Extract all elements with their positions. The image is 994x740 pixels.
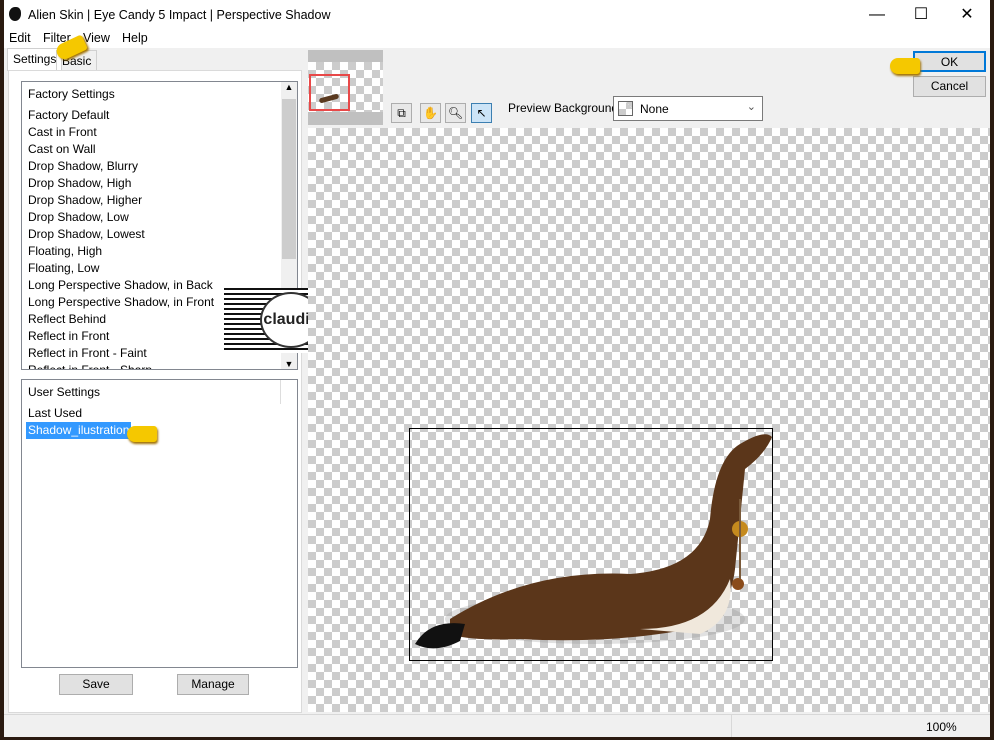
user-settings-list[interactable]: User Settings Last Used Shadow_ilustrati…: [21, 379, 298, 668]
ferret-image: [415, 434, 772, 649]
eye-candy-window: Alien Skin | Eye Candy 5 Impact | Perspe…: [4, 0, 990, 737]
zoom-tool-icon[interactable]: 🔍︎: [445, 103, 466, 123]
list-item[interactable]: Drop Shadow, High: [28, 175, 131, 192]
list-item[interactable]: Factory Default: [28, 107, 109, 124]
scroll-thumb[interactable]: [282, 99, 296, 259]
list-item[interactable]: Drop Shadow, Blurry: [28, 158, 138, 175]
list-item[interactable]: Reflect Behind: [28, 311, 106, 328]
menu-help[interactable]: Help: [122, 31, 148, 45]
preview-background-label: Preview Background:: [508, 101, 622, 115]
tab-settings[interactable]: Settings: [7, 48, 63, 71]
close-button[interactable]: ✕: [952, 4, 982, 26]
menu-edit[interactable]: Edit: [9, 31, 31, 45]
list-header: User Settings: [28, 385, 101, 399]
list-item[interactable]: Long Perspective Shadow, in Back: [28, 277, 213, 294]
pointing-hand-icon: [127, 426, 157, 442]
swatch-icon: [618, 101, 633, 116]
list-item[interactable]: Cast in Front: [28, 124, 97, 141]
list-item[interactable]: Reflect in Front - Faint: [28, 345, 147, 362]
app-icon: [9, 7, 21, 21]
zoom-level: 100%: [926, 720, 957, 734]
list-item[interactable]: Cast on Wall: [28, 141, 96, 158]
title-bar: Alien Skin | Eye Candy 5 Impact | Perspe…: [4, 0, 990, 30]
list-item[interactable]: Drop Shadow, Higher: [28, 192, 142, 209]
list-item[interactable]: Long Perspective Shadow, in Front: [28, 294, 214, 311]
list-item-selected[interactable]: Shadow_ilustration: [26, 422, 132, 439]
pointer-tool-icon[interactable]: ↖: [471, 103, 492, 123]
list-item[interactable]: Reflect in Front - Sharp: [28, 362, 152, 369]
minimize-button[interactable]: —: [862, 4, 892, 26]
menu-bar: Edit Filter View Help: [4, 30, 990, 48]
maximize-button[interactable]: ☐: [906, 4, 936, 26]
list-item[interactable]: Last Used: [28, 405, 82, 422]
hand-tool-icon[interactable]: ✋: [420, 103, 441, 123]
navigator-thumbnail[interactable]: [308, 50, 383, 125]
scroll-down-icon[interactable]: ▼: [281, 359, 297, 369]
list-item[interactable]: Drop Shadow, Lowest: [28, 226, 145, 243]
manage-button[interactable]: Manage: [177, 674, 249, 695]
view-frame[interactable]: [309, 74, 350, 111]
save-button[interactable]: Save: [59, 674, 133, 695]
settings-panel: Factory Settings Factory Default Cast in …: [8, 70, 360, 713]
window-title: Alien Skin | Eye Candy 5 Impact | Perspe…: [28, 8, 331, 22]
scroll-up-icon[interactable]: ▲: [281, 82, 297, 92]
status-bar: 100%: [4, 714, 990, 737]
list-item[interactable]: Floating, High: [28, 243, 102, 260]
list-item[interactable]: Floating, Low: [28, 260, 99, 277]
menu-view[interactable]: View: [83, 31, 110, 45]
preview-background-select[interactable]: None ⌄: [613, 96, 763, 121]
list-item[interactable]: Drop Shadow, Low: [28, 209, 129, 226]
chevron-down-icon: ⌄: [746, 101, 756, 113]
pointing-hand-icon: [890, 58, 920, 74]
list-item[interactable]: Reflect in Front: [28, 328, 109, 345]
preview-canvas[interactable]: [308, 128, 990, 712]
cancel-button[interactable]: Cancel: [913, 76, 986, 97]
ok-button[interactable]: OK: [913, 51, 986, 72]
compare-icon[interactable]: ⧉: [391, 103, 412, 123]
list-header: Factory Settings: [28, 87, 115, 101]
preview-background-value: None: [640, 102, 669, 116]
selection-box[interactable]: [409, 428, 773, 661]
